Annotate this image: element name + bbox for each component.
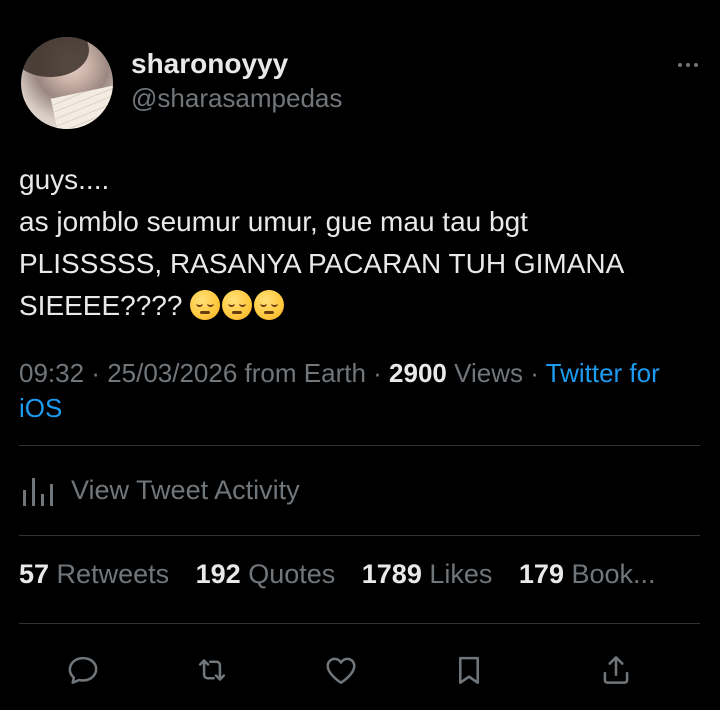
more-options-button[interactable] bbox=[671, 52, 705, 78]
share-button[interactable] bbox=[594, 650, 638, 694]
meta-separator: · bbox=[522, 358, 546, 388]
reply-button[interactable] bbox=[61, 650, 105, 694]
user-handle[interactable]: @sharasampedas bbox=[131, 83, 342, 114]
tweet-text: guys.... as jomblo seumur umur, gue mau … bbox=[19, 159, 709, 327]
avatar-hair bbox=[21, 37, 89, 77]
tweet-line: PLISSSSS, RASANYA PACARAN TUH GIMANA bbox=[19, 248, 625, 279]
tweet-time[interactable]: 09:32 bbox=[19, 358, 84, 388]
tweet-actions-bar bbox=[0, 650, 720, 694]
retweet-icon bbox=[192, 651, 232, 694]
likes-label: Likes bbox=[421, 559, 493, 589]
quotes-label: Quotes bbox=[240, 559, 336, 589]
like-button[interactable] bbox=[319, 650, 363, 694]
display-name[interactable]: sharonoyyy bbox=[131, 48, 288, 80]
view-tweet-activity-label: View Tweet Activity bbox=[71, 474, 300, 505]
pensive-face-emoji bbox=[190, 290, 221, 320]
retweets-label: Retweets bbox=[49, 559, 170, 589]
divider bbox=[19, 623, 700, 624]
divider bbox=[19, 445, 700, 446]
more-dot-icon bbox=[678, 63, 682, 67]
bookmark-icon bbox=[450, 651, 488, 694]
share-icon bbox=[597, 651, 635, 694]
views-count: 2900 bbox=[389, 358, 447, 388]
tweet-meta: 09:32 · 25/03/2026 from Earth · 2900 Vie… bbox=[19, 356, 709, 426]
views-label: Views bbox=[446, 358, 523, 388]
quotes-count: 192 bbox=[195, 559, 241, 589]
bookmarks-count: 179 bbox=[518, 559, 564, 589]
tweet-line: as jomblo seumur umur, gue mau tau bgt bbox=[19, 206, 528, 237]
like-icon bbox=[322, 651, 360, 694]
analytics-icon bbox=[19, 472, 57, 508]
reply-icon bbox=[64, 651, 102, 694]
retweets-count: 57 bbox=[19, 559, 50, 589]
likes-count: 1789 bbox=[361, 559, 422, 589]
bookmarks-stat[interactable]: 179 Book... bbox=[519, 559, 656, 589]
pensive-face-emoji bbox=[222, 290, 253, 320]
tweet-date[interactable]: 25/03/2026 bbox=[107, 358, 237, 388]
divider bbox=[19, 535, 700, 536]
pensive-face-emoji bbox=[254, 290, 285, 320]
more-dot-icon bbox=[686, 63, 690, 67]
tweet-line: SIEEEE???? bbox=[19, 290, 183, 321]
meta-separator: · bbox=[365, 358, 390, 388]
more-dot-icon bbox=[694, 63, 698, 67]
meta-separator: · bbox=[84, 358, 108, 388]
tweet-line: guys.... bbox=[19, 164, 110, 195]
likes-stat[interactable]: 1789 Likes bbox=[362, 559, 493, 589]
retweets-stat[interactable]: 57 Retweets bbox=[19, 559, 169, 589]
quotes-stat[interactable]: 192 Quotes bbox=[196, 559, 336, 589]
bookmark-button[interactable] bbox=[447, 650, 491, 694]
retweet-button[interactable] bbox=[190, 650, 234, 694]
tweet-location: from Earth bbox=[237, 358, 366, 388]
tweet-stats: 57 Retweets 192 Quotes 1789 Likes 179 Bo… bbox=[19, 559, 675, 590]
view-tweet-activity-button[interactable]: View Tweet Activity bbox=[19, 470, 300, 510]
bookmarks-label: Book... bbox=[563, 559, 656, 589]
avatar-paper bbox=[50, 84, 113, 129]
profile-avatar[interactable] bbox=[21, 37, 113, 129]
tweet-line-with-emoji: SIEEEE???? bbox=[19, 285, 709, 327]
